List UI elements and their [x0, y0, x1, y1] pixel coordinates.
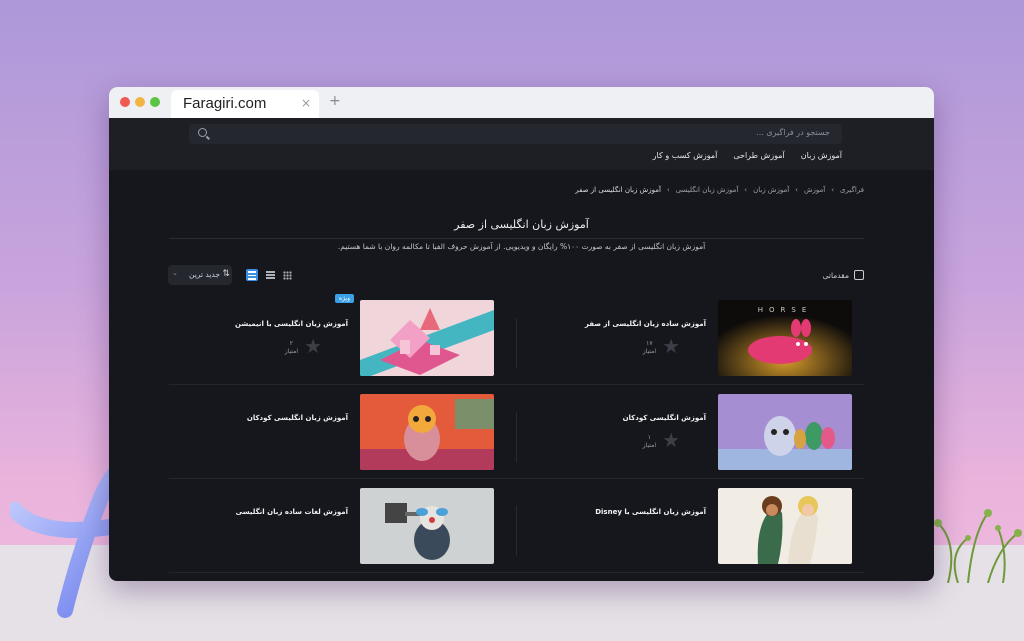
course-title[interactable]: آموزش زبان انگلیسی کودکان — [247, 414, 348, 422]
close-tab-icon[interactable]: × — [301, 96, 311, 110]
level-filter[interactable]: مقدماتی — [823, 270, 864, 280]
course-card[interactable]: آموزش زبان انگلیسی کودکان — [150, 394, 494, 480]
main-nav: آموزش زبان آموزش طراحی آموزش کسب و کار — [653, 151, 842, 160]
site-header: جستجو در فراگیری ... آموزش زبان آموزش طر… — [109, 118, 934, 170]
breadcrumb-item[interactable]: آموزش زبان انگلیسی — [676, 186, 739, 194]
course-thumbnail[interactable] — [718, 394, 852, 470]
maximize-window-icon[interactable] — [150, 97, 160, 107]
course-card[interactable]: HORSE آموزش ساده زبان انگلیسی از صفر ★ ۱… — [508, 300, 852, 386]
breadcrumb-item[interactable]: فراگیری — [840, 186, 864, 194]
star-icon: ★ — [304, 334, 322, 358]
tab-title: Faragiri.com — [183, 95, 267, 112]
checkbox-label: مقدماتی — [822, 270, 849, 280]
divider — [169, 238, 864, 239]
plant-decoration — [934, 509, 1022, 583]
browser-window: Faragiri.com × + جستجو در فراگیری ... آم… — [109, 87, 934, 581]
rating-count: ۱ امتیاز — [642, 434, 656, 449]
breadcrumb: فراگیری › آموزش › آموزش زبان › آموزش زبان ا… — [575, 186, 864, 194]
checkbox[interactable] — [854, 270, 864, 280]
featured-badge: ویژه — [334, 294, 354, 303]
nav-item-design[interactable]: آموزش طراحی — [733, 151, 784, 160]
page-content: جستجو در فراگیری ... آموزش زبان آموزش طر… — [109, 118, 934, 581]
sort-icon: ⇅ — [222, 269, 230, 279]
course-title[interactable]: آموزش ساده زبان انگلیسی از صفر — [585, 320, 706, 328]
course-card[interactable]: ویژه آموزش زبان انگلیسی با انیمیشن ★ ۲ ام… — [150, 294, 494, 386]
card-view-icon[interactable] — [246, 269, 258, 281]
course-title[interactable]: آموزش زبان انگلیسی با انیمیشن — [235, 320, 348, 328]
page-title: آموزش زبان انگلیسی از صفر — [454, 218, 589, 231]
course-thumbnail[interactable] — [360, 488, 494, 564]
course-title[interactable]: آموزش زبان انگلیسی با Disney — [595, 508, 706, 516]
grid-view-icon[interactable] — [283, 271, 292, 280]
course-thumbnail[interactable] — [360, 394, 494, 470]
svg-text:HORSE: HORSE — [758, 306, 813, 314]
course-title[interactable]: آموزش لغات ساده زبان انگلیسی — [236, 508, 348, 516]
list-view-icon[interactable] — [266, 271, 275, 280]
course-card[interactable]: آموزش لغات ساده زبان انگلیسی — [150, 488, 494, 574]
rating-count: ۱۷ امتیاز — [642, 340, 656, 355]
course-card[interactable]: آموزش زبان انگلیسی با Disney — [508, 488, 852, 574]
star-icon: ★ — [662, 428, 680, 452]
course-title[interactable]: آموزش انگلیسی کودکان — [623, 414, 706, 422]
course-thumbnail[interactable] — [718, 488, 852, 564]
nav-item-language[interactable]: آموزش زبان — [801, 151, 842, 160]
page-description: آموزش زبان انگلیسی از صفر به صورت ۱۰۰% ر… — [337, 242, 706, 251]
course-card[interactable]: آموزش انگلیسی کودکان ★ ۱ امتیاز — [508, 394, 852, 480]
new-tab-icon[interactable]: + — [329, 93, 341, 109]
minimize-window-icon[interactable] — [135, 97, 145, 107]
chevron-down-icon: ⌄ — [172, 269, 178, 277]
breadcrumb-item[interactable]: آموزش زبان — [753, 186, 789, 194]
rating-count: ۲ امتیاز — [284, 340, 298, 355]
course-thumbnail[interactable]: HORSE — [718, 300, 852, 376]
course-thumbnail[interactable] — [360, 300, 494, 376]
star-icon: ★ — [662, 334, 680, 358]
breadcrumb-item[interactable]: آموزش — [804, 186, 825, 194]
sort-dropdown[interactable]: ⇅ جدید ترین ⌄ — [168, 265, 232, 285]
breadcrumb-current: آموزش زبان انگلیسی از صفر — [575, 186, 661, 194]
sort-label: جدید ترین — [188, 270, 220, 279]
nav-item-business[interactable]: آموزش کسب و کار — [653, 151, 718, 160]
browser-tab[interactable]: Faragiri.com × — [171, 90, 319, 118]
search-icon[interactable] — [198, 128, 207, 137]
browser-titlebar: Faragiri.com × + — [109, 87, 934, 118]
search-input[interactable]: جستجو در فراگیری ... — [189, 124, 842, 144]
close-window-icon[interactable] — [120, 97, 130, 107]
search-placeholder: جستجو در فراگیری ... — [756, 128, 830, 137]
